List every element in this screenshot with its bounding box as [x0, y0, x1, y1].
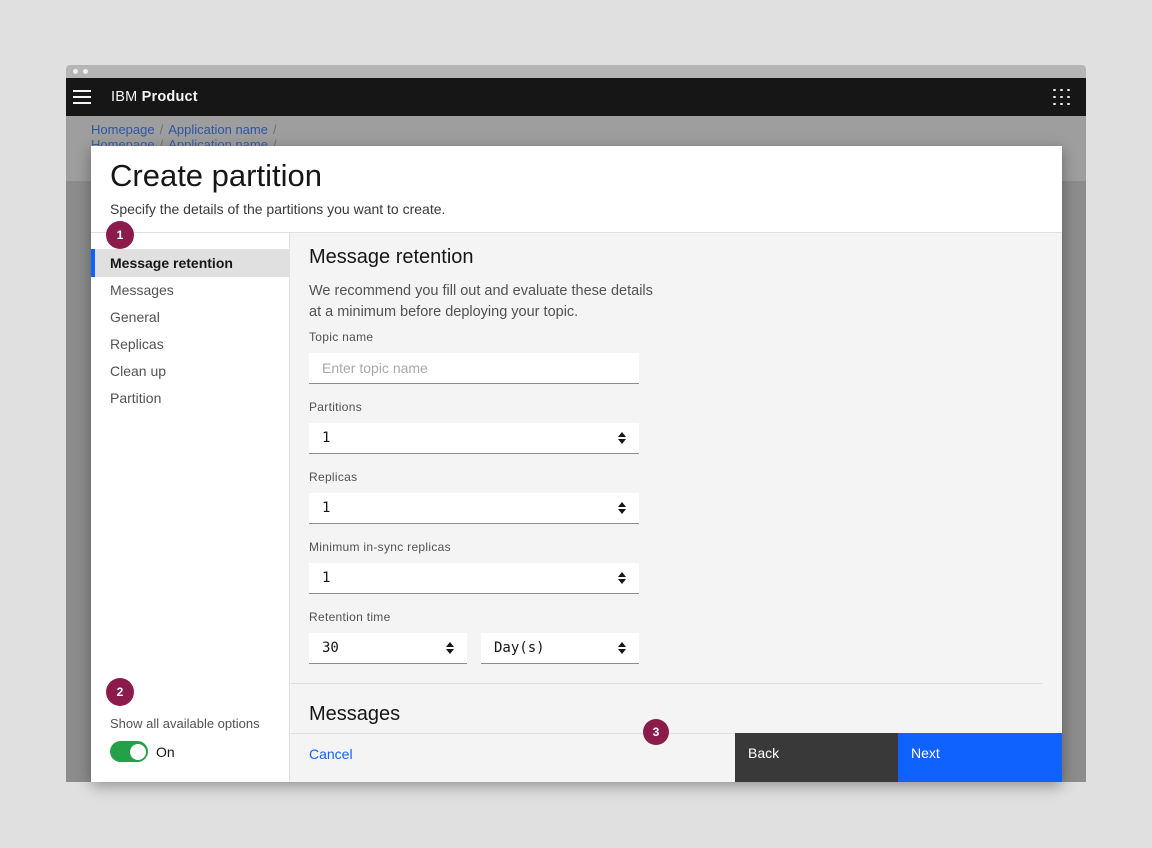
- retention-unit-field: [481, 633, 639, 664]
- topic-name-input[interactable]: [309, 360, 639, 376]
- partitions-field: [309, 423, 639, 454]
- increment-icon[interactable]: [446, 642, 454, 647]
- step-badge-1: 1: [106, 221, 134, 249]
- options-toggle-section: Show all available options On: [110, 716, 260, 762]
- toggle-knob: [130, 744, 146, 760]
- nav-item-partition[interactable]: Partition: [91, 385, 289, 412]
- decrement-icon[interactable]: [618, 649, 626, 654]
- modal-title: Create partition: [110, 159, 1062, 193]
- create-partition-tearsheet: 1 2 3 Create partition Specify the detai…: [91, 146, 1062, 782]
- retention-time-input[interactable]: [309, 640, 501, 656]
- retention-time-label: Retention time: [309, 610, 1062, 624]
- breadcrumb-link-application[interactable]: Application name: [168, 122, 268, 137]
- topic-name-field: [309, 353, 639, 384]
- min-insync-replicas-input[interactable]: [309, 570, 559, 586]
- topic-name-label: Topic name: [309, 330, 1062, 344]
- window-chrome-bar: [66, 65, 1086, 78]
- retention-time-field: [309, 633, 467, 664]
- partitions-input[interactable]: [309, 430, 559, 446]
- increment-icon[interactable]: [618, 432, 626, 437]
- brand-prefix: IBM: [111, 89, 137, 105]
- back-button[interactable]: Back: [735, 733, 898, 782]
- decrement-icon[interactable]: [618, 509, 626, 514]
- footer-cancel-area: Cancel: [290, 733, 735, 782]
- min-insync-replicas-field: [309, 563, 639, 594]
- cancel-button[interactable]: Cancel: [309, 746, 353, 762]
- nav-item-messages[interactable]: Messages: [91, 277, 289, 304]
- decrement-icon[interactable]: [618, 439, 626, 444]
- options-toggle[interactable]: [110, 741, 148, 762]
- number-stepper[interactable]: [618, 502, 626, 514]
- browser-window: IBM Product Homepage / Application name / H…: [66, 65, 1086, 782]
- section-title: Message retention: [309, 246, 1062, 268]
- nav-item-general[interactable]: General: [91, 304, 289, 331]
- modal-subtitle: Specify the details of the partitions yo…: [110, 201, 1062, 217]
- breadcrumb-separator: /: [160, 122, 164, 137]
- breadcrumb-separator: /: [273, 122, 277, 137]
- toggle-state-label: On: [156, 744, 175, 760]
- partitions-label: Partitions: [309, 400, 1062, 414]
- hamburger-menu-icon[interactable]: [73, 90, 91, 104]
- step-badge-3: 3: [643, 719, 669, 745]
- increment-icon[interactable]: [618, 642, 626, 647]
- app-header: IBM Product: [66, 78, 1086, 116]
- replicas-label: Replicas: [309, 470, 1062, 484]
- number-stepper[interactable]: [618, 432, 626, 444]
- brand-title: IBM Product: [111, 89, 198, 105]
- increment-icon[interactable]: [618, 502, 626, 507]
- modal-body: Message retention Messages General Repli…: [91, 233, 1062, 782]
- nav-item-replicas[interactable]: Replicas: [91, 331, 289, 358]
- brand-name: Product: [142, 89, 198, 105]
- section-divider: [290, 683, 1042, 684]
- number-stepper[interactable]: [446, 642, 454, 654]
- min-insync-replicas-label: Minimum in-sync replicas: [309, 540, 1062, 554]
- number-stepper[interactable]: [618, 572, 626, 584]
- section-description: We recommend you fill out and evaluate t…: [309, 281, 657, 323]
- options-toggle-label: Show all available options: [110, 716, 260, 731]
- step-badge-2: 2: [106, 678, 134, 706]
- replicas-input[interactable]: [309, 500, 559, 516]
- messages-section-title: Messages: [309, 703, 1062, 726]
- retention-time-row: [309, 624, 1062, 664]
- next-button[interactable]: Next: [898, 733, 1062, 782]
- decrement-icon[interactable]: [618, 579, 626, 584]
- nav-item-clean-up[interactable]: Clean up: [91, 358, 289, 385]
- window-dot-icon[interactable]: [83, 69, 88, 74]
- modal-footer: Cancel Back Next: [290, 733, 1062, 782]
- window-dot-icon[interactable]: [73, 69, 78, 74]
- increment-icon[interactable]: [618, 572, 626, 577]
- app-switcher-grid-icon[interactable]: [1053, 89, 1070, 106]
- breadcrumb: Homepage / Application name /: [91, 123, 1086, 137]
- content-column: Message retention We recommend you fill …: [290, 233, 1062, 782]
- decrement-icon[interactable]: [446, 649, 454, 654]
- retention-unit-input[interactable]: [481, 640, 673, 656]
- modal-header: Create partition Specify the details of …: [91, 146, 1062, 233]
- form-content: Message retention We recommend you fill …: [290, 233, 1062, 733]
- number-stepper[interactable]: [618, 642, 626, 654]
- nav-item-message-retention[interactable]: Message retention: [91, 249, 289, 277]
- progress-nav: Message retention Messages General Repli…: [91, 249, 289, 412]
- replicas-field: [309, 493, 639, 524]
- breadcrumb-link-homepage[interactable]: Homepage: [91, 122, 155, 137]
